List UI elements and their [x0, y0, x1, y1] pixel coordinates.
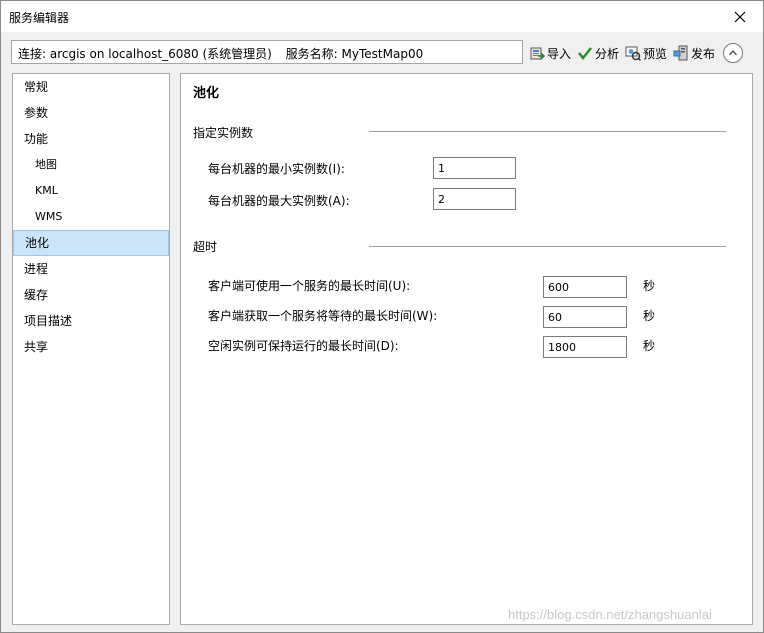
collapse-button[interactable]: [723, 43, 744, 63]
max-idle-time-input[interactable]: [543, 336, 627, 358]
connection-bar: 连接: arcgis on localhost_6080 (系统管理员) 服务名…: [11, 40, 523, 64]
instances-section-divider: [369, 131, 726, 132]
max-wait-time-input[interactable]: [543, 306, 627, 328]
close-icon: [734, 11, 746, 22]
min-instances-input[interactable]: [433, 157, 516, 179]
max-instances-input[interactable]: [433, 188, 516, 210]
title-bar: 服务编辑器: [1, 1, 763, 32]
preview-icon: [625, 46, 642, 61]
max-instances-label: 每台机器的最大实例数(A):: [208, 194, 350, 208]
max-wait-time-unit: 秒: [643, 309, 656, 323]
nav-item-general[interactable]: 常规: [13, 74, 169, 100]
nav-item-kml[interactable]: KML: [13, 178, 169, 204]
publish-button[interactable]: 发布: [673, 45, 715, 62]
max-usage-time-unit: 秒: [643, 279, 656, 293]
import-label: 导入: [547, 46, 572, 61]
nav-item-item-description[interactable]: 项目描述: [13, 308, 169, 334]
close-button[interactable]: [717, 1, 763, 32]
service-editor-window: 服务编辑器 连接: arcgis on localhost_6080 (系统管理…: [0, 0, 764, 633]
window-title: 服务编辑器: [9, 11, 70, 25]
chevron-up-icon: [729, 50, 738, 56]
min-instances-label: 每台机器的最小实例数(I):: [208, 162, 345, 176]
max-wait-time-label: 客户端获取一个服务将等待的最长时间(W):: [208, 309, 438, 323]
pooling-panel: 池化 指定实例数 每台机器的最小实例数(I): 每台机器的最大实例数(A): 超…: [180, 73, 753, 625]
nav-item-caching[interactable]: 缓存: [13, 282, 169, 308]
connection-label: 连接: arcgis on localhost_6080 (系统管理员): [18, 47, 272, 61]
instances-section-heading: 指定实例数: [193, 126, 254, 140]
checkmark-icon: [578, 47, 592, 61]
preview-label: 预览: [643, 46, 668, 61]
nav-item-map[interactable]: 地图: [13, 152, 169, 178]
publish-label: 发布: [691, 46, 716, 61]
watermark-text: https://blog.csdn.net/zhangshuanlai: [508, 607, 712, 622]
analyze-button[interactable]: 分析: [577, 45, 619, 62]
toolbar: 导入 分析 预览 发布: [529, 41, 744, 65]
service-name-label: 服务名称: MyTestMap00: [285, 47, 424, 61]
import-button[interactable]: 导入: [529, 45, 571, 62]
nav-item-sharing[interactable]: 共享: [13, 334, 169, 360]
max-idle-time-unit: 秒: [643, 339, 656, 353]
nav-item-parameters[interactable]: 参数: [13, 100, 169, 126]
nav-item-pooling[interactable]: 池化: [13, 230, 169, 256]
max-usage-time-input[interactable]: [543, 276, 627, 298]
import-icon: [530, 47, 545, 60]
max-usage-time-label: 客户端可使用一个服务的最长时间(U):: [208, 279, 411, 293]
timeout-section-heading: 超时: [193, 240, 218, 254]
nav-item-processes[interactable]: 进程: [13, 256, 169, 282]
preview-button[interactable]: 预览: [625, 45, 667, 62]
settings-nav: 常规 参数 功能 地图 KML WMS 池化 进程 缓存 项目描述 共享: [12, 73, 170, 625]
nav-item-wms[interactable]: WMS: [13, 204, 169, 230]
publish-icon: [673, 45, 688, 61]
page-title: 池化: [193, 86, 220, 101]
timeout-section-divider: [369, 246, 726, 247]
max-idle-time-label: 空闲实例可保持运行的最长时间(D):: [208, 339, 399, 353]
analyze-label: 分析: [595, 46, 620, 61]
nav-item-capabilities[interactable]: 功能: [13, 126, 169, 152]
